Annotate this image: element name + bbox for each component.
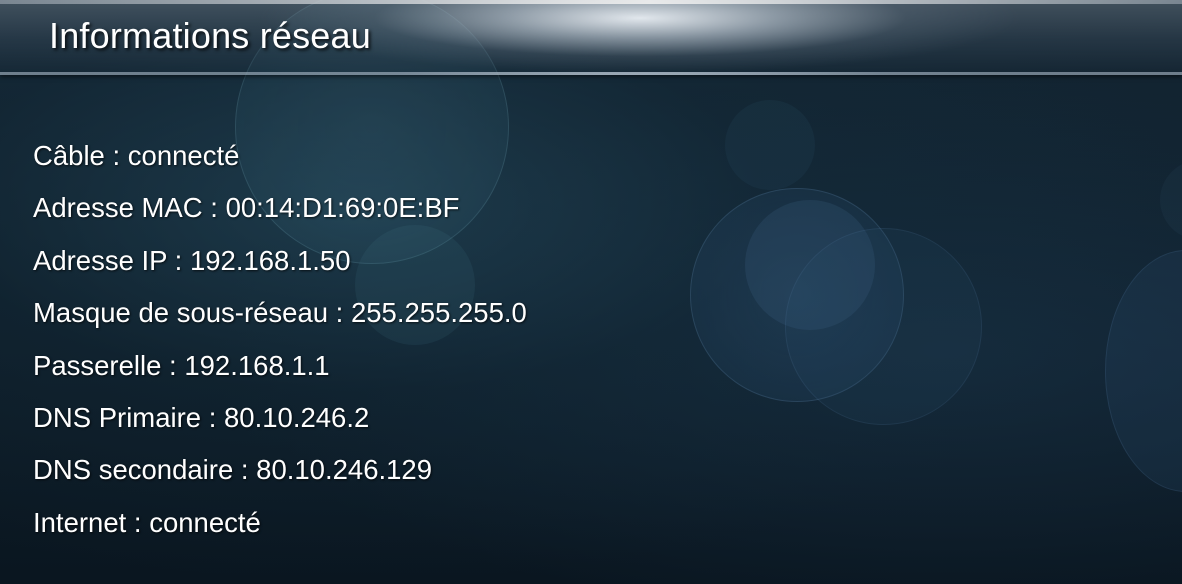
- info-value: connecté: [149, 506, 261, 538]
- info-row-secondary-dns: DNS secondaire : 80.10.246.129: [33, 448, 527, 500]
- title-bar: Informations réseau: [0, 0, 1182, 75]
- background-bokeh: [1105, 250, 1182, 492]
- info-row-mac-address: Adresse MAC : 00:14:D1:69:0E:BF: [33, 186, 527, 238]
- info-row-subnet-mask: Masque de sous-réseau : 255.255.255.0: [33, 291, 527, 343]
- info-separator: :: [126, 506, 150, 538]
- background-bokeh: [745, 200, 875, 330]
- info-label: Adresse IP: [33, 244, 168, 276]
- info-value: connecté: [127, 140, 240, 171]
- background-bokeh: [690, 188, 904, 402]
- info-separator: :: [233, 454, 257, 486]
- info-row-internet: Internet : connecté: [33, 501, 527, 553]
- info-row-primary-dns: DNS Primaire : 80.10.246.2: [33, 396, 527, 448]
- info-value: 192.168.1.50: [189, 244, 351, 276]
- info-label: Câble: [33, 140, 105, 171]
- info-label: Masque de sous-réseau: [33, 297, 329, 329]
- info-separator: :: [328, 297, 351, 329]
- info-separator: :: [104, 140, 128, 171]
- title-bar-highlight: [0, 0, 1182, 4]
- info-value: 80.10.246.129: [256, 454, 433, 486]
- info-label: DNS Primaire: [33, 401, 202, 433]
- background-bokeh: [785, 228, 982, 425]
- info-label: Adresse MAC: [33, 192, 203, 224]
- info-value: 00:14:D1:69:0E:BF: [225, 192, 460, 224]
- info-row-ip-address: Adresse IP : 192.168.1.50: [33, 239, 527, 291]
- info-row-gateway: Passerelle : 192.168.1.1: [33, 344, 527, 396]
- page-title: Informations réseau: [49, 15, 371, 56]
- info-separator: :: [201, 401, 224, 433]
- info-value: 255.255.255.0: [350, 297, 527, 329]
- background-bokeh: [1160, 160, 1182, 240]
- info-label: Internet: [33, 506, 127, 538]
- info-value: 192.168.1.1: [184, 349, 330, 381]
- info-separator: :: [202, 192, 226, 224]
- info-label: DNS secondaire: [33, 454, 234, 486]
- info-row-cable: Câble : connecté: [33, 134, 527, 186]
- network-info-screen: Informations réseau Câble : connecté Adr…: [0, 0, 1182, 584]
- info-value: 80.10.246.2: [224, 401, 370, 433]
- background-bokeh: [725, 100, 815, 190]
- info-separator: :: [161, 349, 185, 381]
- network-info-list: Câble : connecté Adresse MAC : 00:14:D1:…: [33, 134, 527, 553]
- info-label: Passerelle: [33, 349, 162, 381]
- info-separator: :: [167, 244, 190, 276]
